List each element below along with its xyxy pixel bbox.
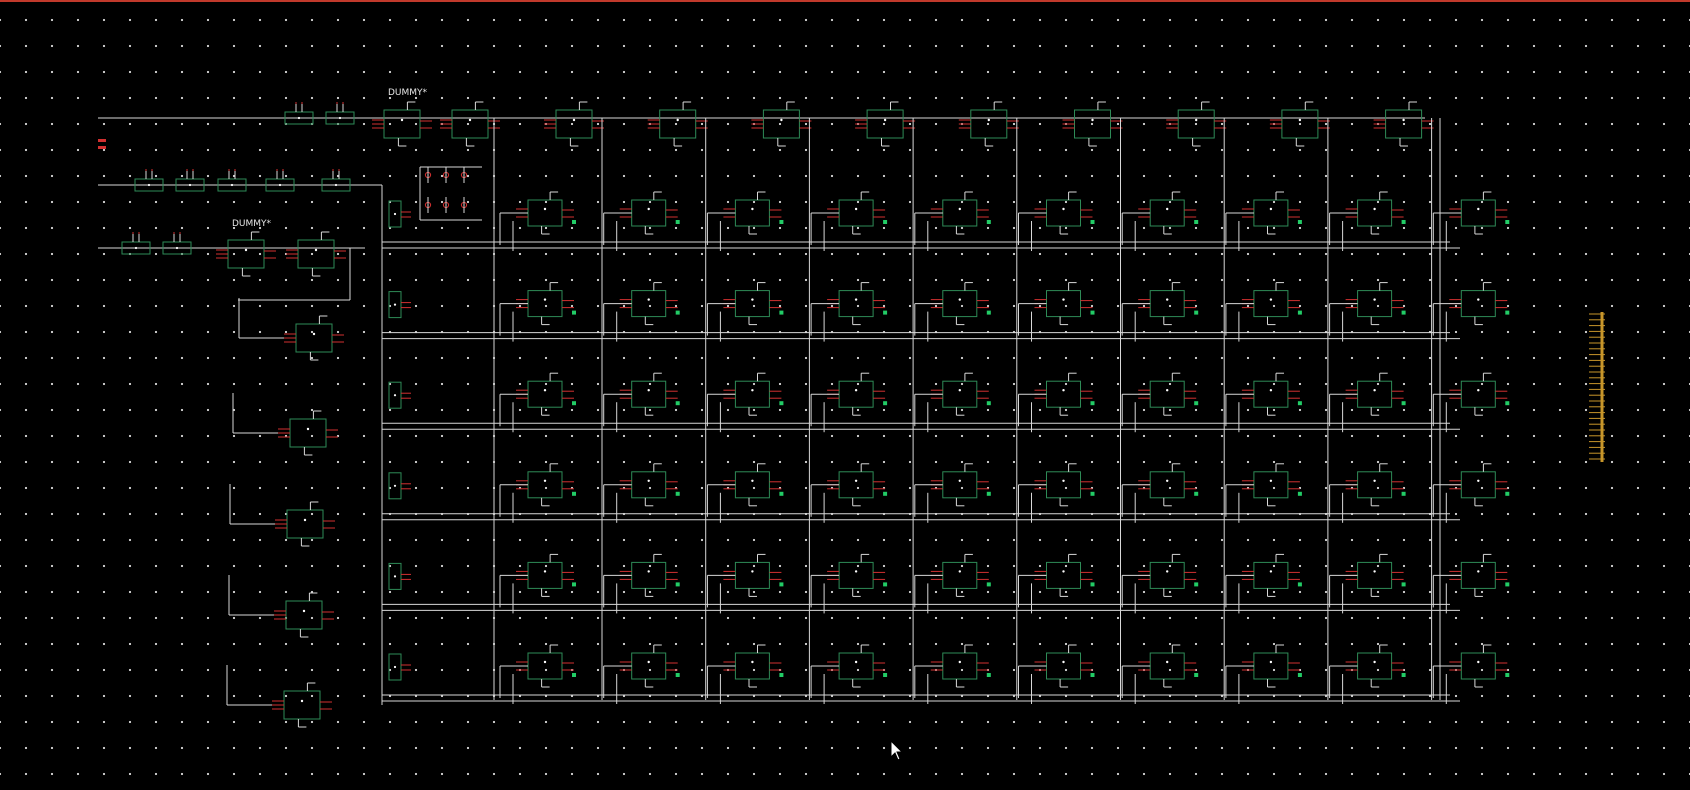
left-buffer-1[interactable] bbox=[297, 239, 335, 269]
array-cell-r3-c10[interactable] bbox=[1460, 380, 1496, 408]
array-cell-r5-c6[interactable] bbox=[1046, 561, 1081, 589]
array-cell-r3-c2[interactable] bbox=[631, 380, 667, 408]
array-cell-r4-c6[interactable] bbox=[1046, 471, 1081, 499]
array-cell-r1-c1[interactable] bbox=[527, 199, 563, 227]
array-cell-r2-c3[interactable] bbox=[734, 290, 770, 318]
top-column-driver-3[interactable] bbox=[762, 109, 800, 139]
array-cell-r1-c10[interactable] bbox=[1460, 199, 1496, 227]
array-cell-r4-c9[interactable] bbox=[1357, 471, 1393, 499]
dummy-top-cell[interactable] bbox=[383, 109, 421, 139]
array-cell-r1-c7[interactable] bbox=[1149, 199, 1185, 227]
top-column-driver-9[interactable] bbox=[1385, 109, 1423, 139]
dummy-left-cell[interactable] bbox=[227, 239, 265, 269]
array-cell-r5-c3[interactable] bbox=[734, 561, 770, 589]
array-cell-r2-c2[interactable] bbox=[631, 290, 667, 318]
array-cell-r6-c6[interactable] bbox=[1046, 652, 1081, 680]
schematic-drawing[interactable] bbox=[0, 0, 1690, 790]
array-cell-r2-c7[interactable] bbox=[1149, 290, 1185, 318]
array-cell-r3-c8[interactable] bbox=[1253, 380, 1289, 408]
top-column-driver-8[interactable] bbox=[1281, 109, 1319, 139]
left-chain-driver-3[interactable] bbox=[286, 509, 324, 539]
array-cell-r2-c6[interactable] bbox=[1046, 290, 1081, 318]
top-column-driver-7[interactable] bbox=[1177, 109, 1215, 139]
array-cell-r3-c9[interactable] bbox=[1357, 380, 1393, 408]
dummy-label-left: DUMMY* bbox=[232, 219, 272, 229]
array-cell-r6-c8[interactable] bbox=[1253, 652, 1289, 680]
array-cell-r2-c1[interactable] bbox=[527, 290, 563, 318]
left-chain-driver-1[interactable] bbox=[295, 323, 333, 353]
array-cell-r6-c10[interactable] bbox=[1460, 652, 1496, 680]
array-cell-r4-c3[interactable] bbox=[734, 471, 770, 499]
top-buffer-1[interactable] bbox=[451, 109, 489, 139]
array-cell-r3-c5[interactable] bbox=[942, 380, 978, 408]
array-cell-r2-c4[interactable] bbox=[838, 290, 874, 318]
top-column-driver-1[interactable] bbox=[555, 109, 593, 139]
top-column-driver-2[interactable] bbox=[659, 109, 697, 139]
array-cell-r6-c1[interactable] bbox=[527, 652, 563, 680]
array-cell-r1-c8[interactable] bbox=[1253, 199, 1289, 227]
array-cell-r6-c9[interactable] bbox=[1357, 652, 1393, 680]
array-cell-r5-c8[interactable] bbox=[1253, 561, 1289, 589]
array-cell-r4-c2[interactable] bbox=[631, 471, 667, 499]
array-cell-r4-c8[interactable] bbox=[1253, 471, 1289, 499]
array-cell-r5-c4[interactable] bbox=[838, 561, 874, 589]
array-cell-r2-c9[interactable] bbox=[1357, 290, 1393, 318]
array-cell-r4-c1[interactable] bbox=[527, 471, 563, 499]
array-cell-r5-c1[interactable] bbox=[527, 561, 563, 589]
array-cell-r4-c10[interactable] bbox=[1460, 471, 1496, 499]
array-cell-r1-c2[interactable] bbox=[631, 199, 667, 227]
array-cell-r2-c10[interactable] bbox=[1460, 290, 1496, 318]
left-chain-driver-4[interactable] bbox=[285, 600, 323, 630]
array-cell-r1-c9[interactable] bbox=[1357, 199, 1393, 227]
array-cell-r3-c4[interactable] bbox=[838, 380, 874, 408]
array-cell-r5-c2[interactable] bbox=[631, 561, 667, 589]
array-cell-r6-c5[interactable] bbox=[942, 652, 978, 680]
array-cell-r3-c7[interactable] bbox=[1149, 380, 1185, 408]
top-column-driver-5[interactable] bbox=[970, 109, 1008, 139]
array-cell-r1-c6[interactable] bbox=[1046, 199, 1081, 227]
array-cell-r4-c4[interactable] bbox=[838, 471, 874, 499]
array-cell-r1-c4[interactable] bbox=[838, 199, 874, 227]
array-cell-r3-c6[interactable] bbox=[1046, 380, 1081, 408]
array-cell-r5-c5[interactable] bbox=[942, 561, 978, 589]
array-cell-r6-c4[interactable] bbox=[838, 652, 874, 680]
dummy-label-top: DUMMY* bbox=[388, 88, 428, 98]
top-column-driver-4[interactable] bbox=[866, 109, 904, 139]
array-cell-r1-c3[interactable] bbox=[734, 199, 770, 227]
array-cell-r1-c5[interactable] bbox=[942, 199, 978, 227]
array-cell-r4-c5[interactable] bbox=[942, 471, 978, 499]
array-cell-r5-c10[interactable] bbox=[1460, 561, 1496, 589]
array-cell-r6-c3[interactable] bbox=[734, 652, 770, 680]
left-chain-driver-2[interactable] bbox=[289, 418, 327, 448]
array-cell-r3-c1[interactable] bbox=[527, 380, 563, 408]
array-cell-r5-c9[interactable] bbox=[1357, 561, 1393, 589]
array-cell-r4-c7[interactable] bbox=[1149, 471, 1185, 499]
array-cell-r2-c8[interactable] bbox=[1253, 290, 1289, 318]
top-column-driver-6[interactable] bbox=[1074, 109, 1111, 139]
left-chain-driver-5[interactable] bbox=[283, 690, 321, 720]
array-cell-r6-c7[interactable] bbox=[1149, 652, 1185, 680]
array-cell-r2-c5[interactable] bbox=[942, 290, 978, 318]
array-cell-r3-c3[interactable] bbox=[734, 380, 770, 408]
array-cell-r6-c2[interactable] bbox=[631, 652, 667, 680]
array-cell-r5-c7[interactable] bbox=[1149, 561, 1185, 589]
